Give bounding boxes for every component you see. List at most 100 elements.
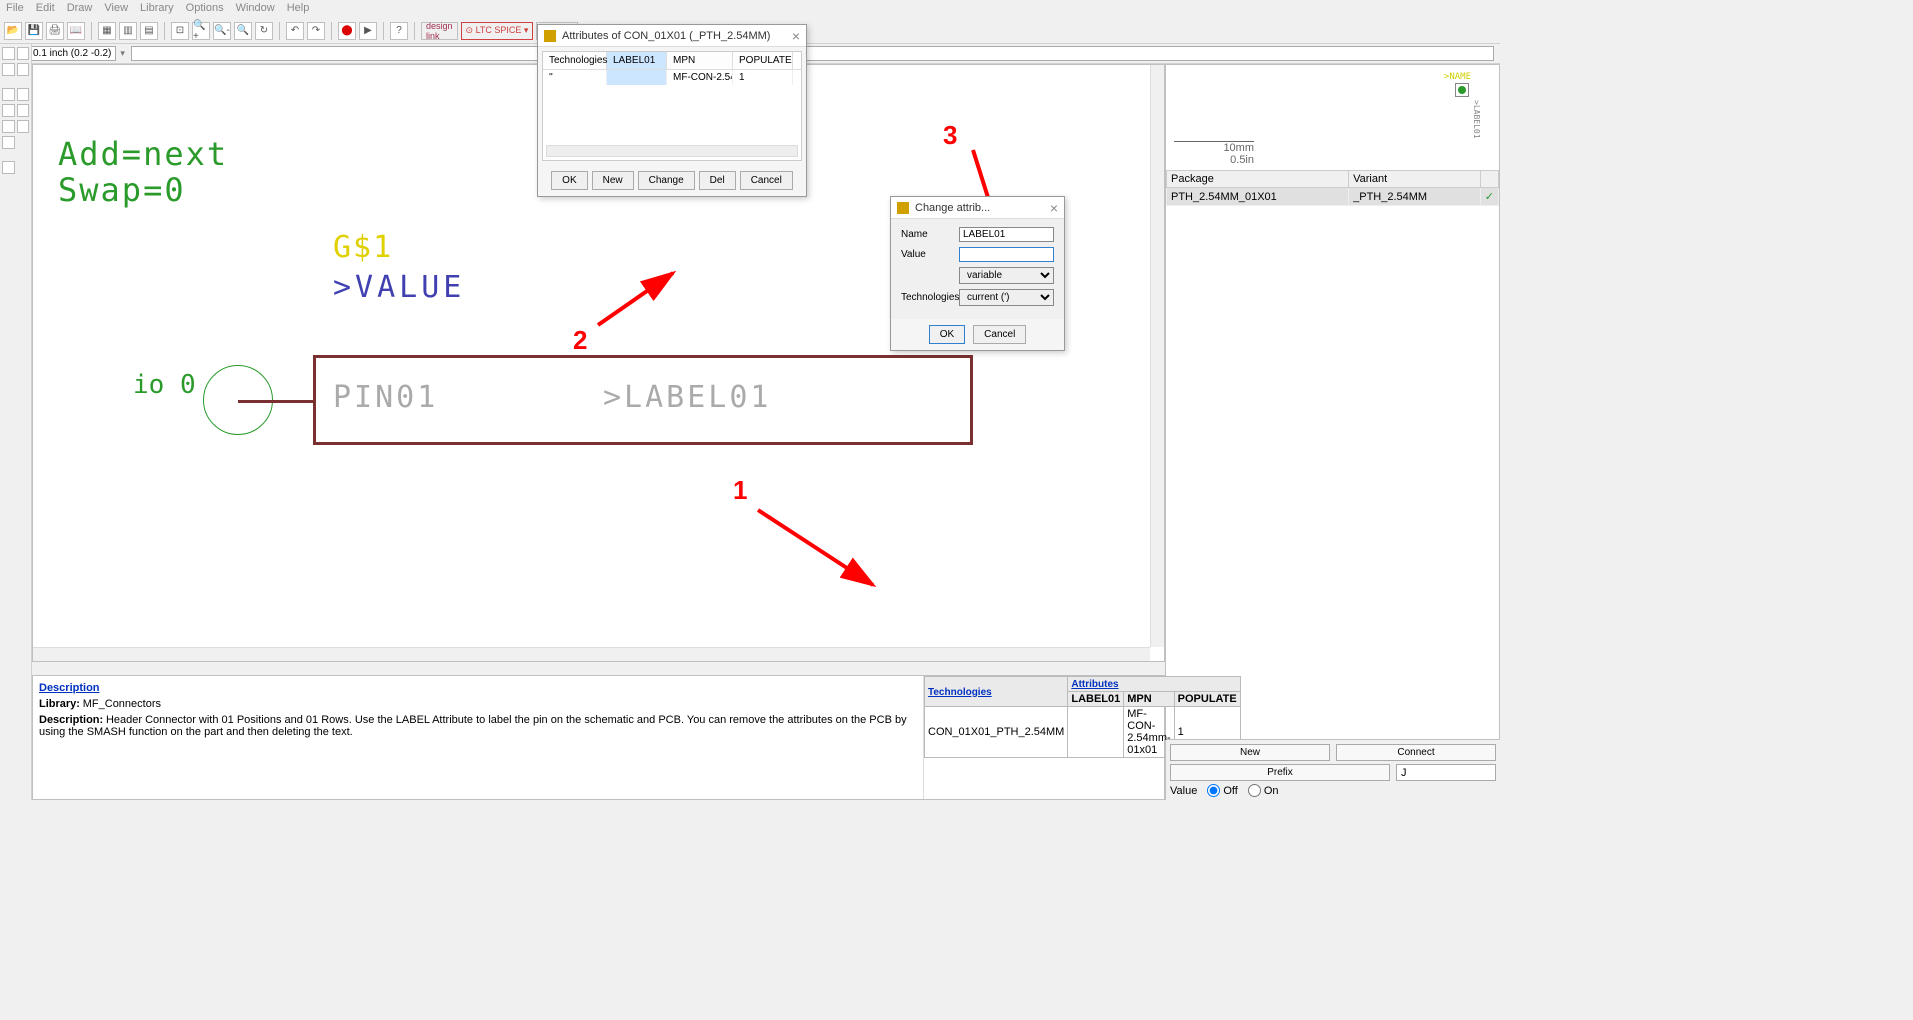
canvas-scrollbar-h[interactable] — [33, 647, 1150, 661]
redo-icon[interactable]: ↷ — [307, 22, 325, 40]
technologies-link[interactable]: Technologies — [928, 687, 992, 698]
sub-label01: LABEL01 — [1068, 692, 1124, 707]
attributes-dialog-title[interactable]: Attributes of CON_01X01 (_PTH_2.54MM) × — [538, 25, 806, 47]
add-text: Add=next — [58, 135, 228, 173]
menu-window[interactable]: Window — [236, 2, 275, 16]
grid3-icon[interactable]: ▤ — [140, 22, 158, 40]
prefix-input[interactable] — [1396, 764, 1496, 781]
value-off-radio[interactable]: Off — [1207, 784, 1237, 797]
cancel-button[interactable]: Cancel — [740, 171, 793, 190]
command-input[interactable] — [131, 46, 1494, 61]
grid2-icon[interactable]: ▥ — [119, 22, 137, 40]
help-icon[interactable]: ? — [390, 22, 408, 40]
canvas-scrollbar-v[interactable] — [1150, 65, 1164, 647]
cell-tech-name[interactable]: CON_01X01_PTH_2.54MM — [925, 707, 1068, 758]
ltspice-badge[interactable]: ⊙ LTC SPICE ▾ — [461, 22, 534, 40]
copy-icon[interactable] — [17, 88, 30, 101]
col-package[interactable]: Package — [1167, 171, 1349, 188]
menu-file[interactable]: File — [6, 2, 24, 16]
attributes-link[interactable]: Attributes — [1071, 679, 1118, 690]
cell-label[interactable] — [607, 70, 667, 85]
eye-icon[interactable] — [17, 47, 30, 60]
attributes-grid[interactable]: Technologies LABEL01 MPN POPULATE '' MF-… — [542, 51, 802, 161]
col-mpn[interactable]: MPN — [667, 52, 733, 69]
zoom-in-icon[interactable]: 🔍+ — [192, 22, 210, 40]
grid-scrollbar-h[interactable] — [546, 145, 798, 157]
pin-line — [238, 400, 313, 403]
col-variant[interactable]: Variant — [1349, 171, 1481, 188]
del-button[interactable]: Del — [699, 171, 736, 190]
book-icon[interactable]: 📖 — [67, 22, 85, 40]
text-icon[interactable] — [2, 161, 15, 174]
cell-mpn[interactable]: MF-CON-2.54... — [667, 70, 733, 85]
library-key: Library: — [39, 698, 80, 710]
cell-tech[interactable]: '' — [543, 70, 607, 85]
info-icon[interactable] — [2, 47, 15, 60]
description-value: Header Connector with 01 Positions and 0… — [39, 714, 907, 738]
tech-select[interactable]: current (') — [959, 289, 1054, 306]
stop-icon[interactable]: ⬤ — [338, 22, 356, 40]
print-icon[interactable]: 🖨 — [46, 22, 64, 40]
value-label: Value — [901, 249, 959, 260]
grid-dropdown-icon[interactable]: ▾ — [120, 48, 125, 59]
cell-package[interactable]: PTH_2.54MM_01X01 — [1167, 188, 1349, 206]
package-table[interactable]: PackageVariant PTH_2.54MM_01X01_PTH_2.54… — [1166, 170, 1499, 206]
move-icon[interactable] — [2, 88, 15, 101]
value-label: Value — [1170, 785, 1197, 797]
bottom-panel: Description Library: MF_Connectors Descr… — [32, 675, 1165, 800]
attributes-dialog: Attributes of CON_01X01 (_PTH_2.54MM) × … — [537, 24, 807, 197]
value-input[interactable] — [959, 247, 1054, 262]
layer-icon[interactable] — [2, 63, 15, 76]
cell-label01[interactable] — [1068, 707, 1124, 758]
undo-icon[interactable]: ↶ — [286, 22, 304, 40]
menu-library[interactable]: Library — [140, 2, 174, 16]
left-toolbar — [0, 44, 32, 800]
change-attribute-dialog: Change attrib... × Name Value variable T… — [890, 196, 1065, 351]
connect-button[interactable]: Connect — [1336, 744, 1496, 761]
annotation-2: 2 — [573, 325, 587, 356]
menu-view[interactable]: View — [104, 2, 128, 16]
zoom-sel-icon[interactable]: 🔍 — [234, 22, 252, 40]
description-heading[interactable]: Description — [39, 682, 100, 694]
change-attribute-title[interactable]: Change attrib... × — [891, 197, 1064, 219]
change-icon[interactable] — [17, 104, 30, 117]
new-variant-button[interactable]: New — [1170, 744, 1330, 761]
zoom-out-icon[interactable]: 🔍- — [213, 22, 231, 40]
mark-icon[interactable] — [17, 63, 30, 76]
preview-ruler: 10mm 0.5in — [1174, 141, 1254, 166]
menu-edit[interactable]: Edit — [36, 2, 55, 16]
change-button[interactable]: Change — [638, 171, 695, 190]
cell-variant[interactable]: _PTH_2.54MM — [1349, 188, 1481, 206]
col-label01[interactable]: LABEL01 — [607, 52, 667, 69]
cancel-button[interactable]: Cancel — [973, 325, 1026, 344]
open-icon[interactable]: 📂 — [4, 22, 22, 40]
name-input[interactable] — [959, 227, 1054, 242]
redraw-icon[interactable]: ↻ — [255, 22, 273, 40]
menu-draw[interactable]: Draw — [67, 2, 93, 16]
go-icon[interactable]: ▶ — [359, 22, 377, 40]
cut-icon[interactable] — [2, 120, 15, 133]
ok-button[interactable]: OK — [929, 325, 965, 344]
close-icon[interactable]: × — [1050, 200, 1058, 216]
save-icon[interactable]: 💾 — [25, 22, 43, 40]
paste-icon[interactable] — [17, 120, 30, 133]
gate-text: G$1 — [333, 230, 393, 265]
grid1-icon[interactable]: ▦ — [98, 22, 116, 40]
cell-pop[interactable]: 1 — [733, 70, 793, 85]
col-populate[interactable]: POPULATE — [733, 52, 793, 69]
ok-button[interactable]: OK — [551, 171, 587, 190]
prefix-button[interactable]: Prefix — [1170, 764, 1390, 781]
delete-icon[interactable] — [2, 136, 15, 149]
type-select[interactable]: variable — [959, 267, 1054, 284]
menu-help[interactable]: Help — [287, 2, 310, 16]
package-preview: >NAME >LABEL01 10mm 0.5in — [1166, 65, 1499, 170]
menu-options[interactable]: Options — [186, 2, 224, 16]
close-icon[interactable]: × — [792, 28, 800, 44]
zoom-fit-icon[interactable]: ⊡ — [171, 22, 189, 40]
designlink-badge[interactable]: designlink — [421, 22, 458, 40]
grid-display[interactable]: 0.1 inch (0.2 -0.2) — [28, 46, 116, 61]
col-technologies[interactable]: Technologies — [543, 52, 607, 69]
new-button[interactable]: New — [592, 171, 634, 190]
value-on-radio[interactable]: On — [1248, 784, 1279, 797]
mirror-icon[interactable] — [2, 104, 15, 117]
